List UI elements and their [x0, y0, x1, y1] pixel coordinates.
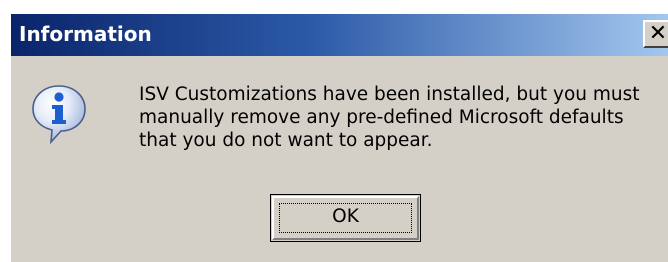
message-line: that you do not want to appear.: [139, 130, 433, 151]
message-text: ISV Customizations have been installed, …: [139, 83, 668, 152]
message-line: ISV Customizations have been installed, …: [139, 84, 640, 105]
message-line: manually remove any pre-defined Microsof…: [139, 107, 624, 128]
information-icon: [32, 85, 86, 144]
ok-button-label: OK: [332, 206, 359, 227]
ok-button[interactable]: OK: [270, 194, 421, 242]
information-dialog: Information ✕ ISV Customizations have be…: [9, 12, 668, 262]
window-title: Information: [19, 22, 152, 46]
close-icon: ✕: [648, 21, 668, 46]
title-bar[interactable]: Information ✕: [11, 14, 668, 56]
close-button[interactable]: ✕: [643, 20, 668, 48]
